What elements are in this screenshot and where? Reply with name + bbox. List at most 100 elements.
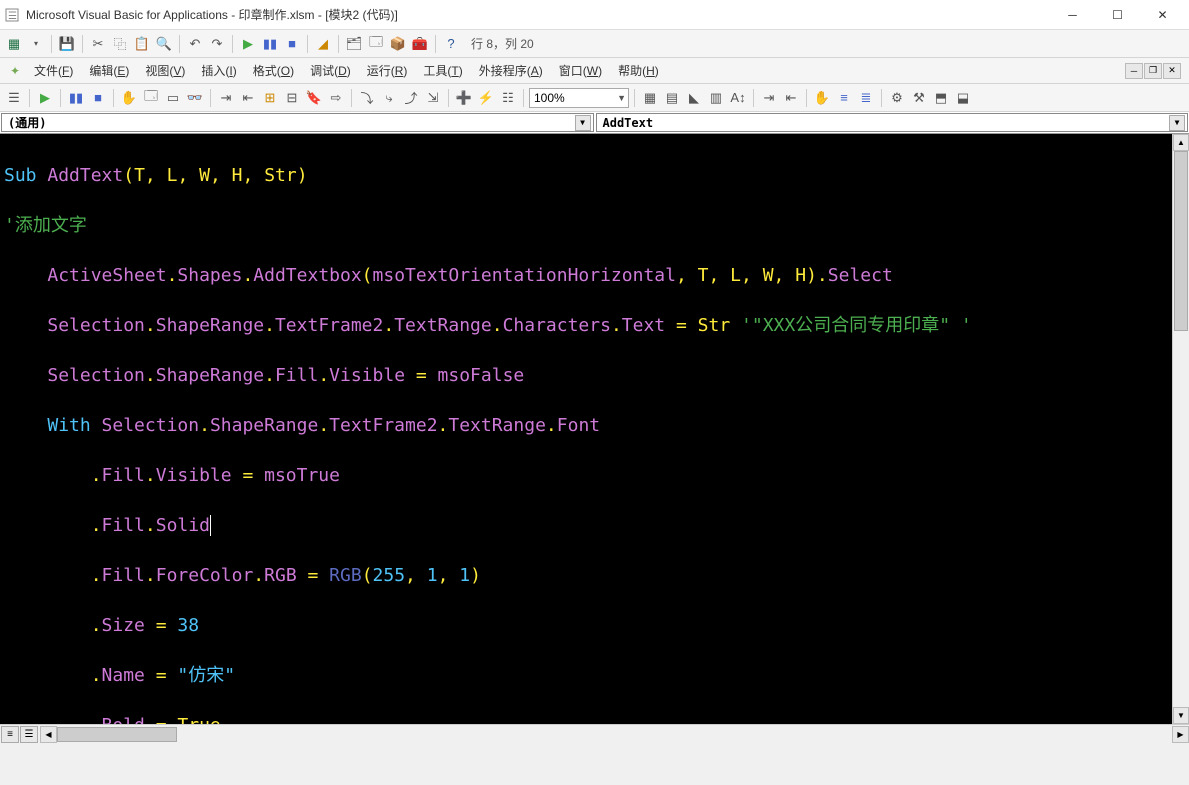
copy-icon[interactable]: ⿻: [110, 34, 130, 54]
undo-icon[interactable]: ↶: [185, 34, 205, 54]
menu-help[interactable]: 帮助(H): [610, 59, 667, 82]
break2-icon[interactable]: ▮▮: [66, 88, 86, 108]
menu-insert[interactable]: 插入(I): [193, 59, 244, 82]
tb-icon-b[interactable]: ▤: [662, 88, 682, 108]
close-button[interactable]: ✕: [1140, 1, 1185, 29]
indent2-icon[interactable]: ⇥: [759, 88, 779, 108]
list-properties-icon[interactable]: ☰: [4, 88, 24, 108]
lines2-icon[interactable]: ≣: [856, 88, 876, 108]
mdi-restore[interactable]: ❐: [1144, 63, 1162, 79]
scroll-left-icon[interactable]: ◀: [40, 726, 57, 743]
call-stack-icon[interactable]: ☷: [498, 88, 518, 108]
dropdown-arrow-icon[interactable]: ▾: [26, 34, 46, 54]
horizontal-scrollbar[interactable]: ◀ ▶: [40, 726, 1189, 743]
next-bookmark-icon[interactable]: ⇨: [326, 88, 346, 108]
scroll-thumb[interactable]: [1174, 151, 1188, 331]
separator: [634, 89, 635, 107]
redo-icon[interactable]: ↷: [207, 34, 227, 54]
menu-tools[interactable]: 工具(T): [415, 59, 470, 82]
procedure-view-button[interactable]: ≡: [1, 726, 19, 743]
code-content[interactable]: Sub AddText(T, L, W, H, Str) '添加文字 Activ…: [0, 134, 1172, 724]
comment-icon[interactable]: ⊞: [260, 88, 280, 108]
addin-icon[interactable]: ✦: [4, 64, 26, 78]
immediate-icon[interactable]: ▭: [163, 88, 183, 108]
maximize-button[interactable]: ☐: [1095, 1, 1140, 29]
tool-g-icon[interactable]: ⚙: [887, 88, 907, 108]
add-watch-icon[interactable]: ➕: [454, 88, 474, 108]
menu-view[interactable]: 视图(V): [137, 59, 193, 82]
scroll-up-icon[interactable]: ▲: [1173, 134, 1189, 151]
step-over-icon[interactable]: ⤷: [379, 88, 399, 108]
separator: [82, 35, 83, 53]
separator: [881, 89, 882, 107]
watch-icon[interactable]: 👓: [185, 88, 205, 108]
object-dropdown[interactable]: (通用) ▼: [1, 113, 594, 132]
tb-icon-c[interactable]: ◣: [684, 88, 704, 108]
procedure-dropdown[interactable]: AddText ▼: [596, 113, 1189, 132]
tool-h-icon[interactable]: ⚒: [909, 88, 929, 108]
uncomment-icon[interactable]: ⊟: [282, 88, 302, 108]
run-icon[interactable]: ▶: [238, 34, 258, 54]
menu-run[interactable]: 运行(R): [359, 59, 416, 82]
toolbox-icon[interactable]: 🧰: [410, 34, 430, 54]
titlebar: ☰ Microsoft Visual Basic for Application…: [0, 0, 1189, 30]
hscroll-track[interactable]: [57, 726, 1172, 743]
mdi-minimize[interactable]: ─: [1125, 63, 1143, 79]
step-into-icon[interactable]: ⤵: [357, 88, 377, 108]
code-pane-selectors: (通用) ▼ AddText ▼: [0, 112, 1189, 134]
step-out-icon[interactable]: ⤴: [401, 88, 421, 108]
hand-icon[interactable]: ✋: [119, 88, 139, 108]
zoom-combo[interactable]: 100% ▼: [529, 88, 629, 108]
locals-icon[interactable]: 🗔: [141, 88, 161, 108]
run-to-cursor-icon[interactable]: ⇲: [423, 88, 443, 108]
indent-icon[interactable]: ⇥: [216, 88, 236, 108]
tb-icon-e[interactable]: A↕: [728, 88, 748, 108]
menu-edit[interactable]: 编辑(E): [81, 59, 137, 82]
vertical-scrollbar[interactable]: ▲ ▼: [1172, 134, 1189, 724]
reset-icon[interactable]: ■: [282, 34, 302, 54]
menu-file[interactable]: 文件(F): [26, 59, 81, 82]
object-browser-icon[interactable]: 📦: [388, 34, 408, 54]
separator: [307, 35, 308, 53]
properties-icon[interactable]: 🗔: [366, 34, 386, 54]
dropdown-arrow-icon: ▼: [575, 115, 591, 131]
break-icon[interactable]: ▮▮: [260, 34, 280, 54]
tb-icon-a[interactable]: ▦: [640, 88, 660, 108]
minimize-button[interactable]: ─: [1050, 1, 1095, 29]
mdi-controls: ─ ❐ ✕: [1125, 63, 1185, 79]
excel-icon[interactable]: ▦: [4, 34, 24, 54]
bookmark-icon[interactable]: 🔖: [304, 88, 324, 108]
full-module-view-button[interactable]: ☰: [20, 726, 38, 743]
stop2-icon[interactable]: ■: [88, 88, 108, 108]
lines-icon[interactable]: ≡: [834, 88, 854, 108]
quick-watch-icon[interactable]: ⚡: [476, 88, 496, 108]
cursor-position: 行 8，列 20: [463, 35, 534, 52]
menu-debug[interactable]: 调试(D): [302, 59, 359, 82]
scroll-down-icon[interactable]: ▼: [1173, 707, 1189, 724]
tool-j-icon[interactable]: ⬓: [953, 88, 973, 108]
dropdown-arrow-icon: ▼: [617, 93, 626, 103]
tb-icon-d[interactable]: ▥: [706, 88, 726, 108]
separator: [448, 89, 449, 107]
outdent2-icon[interactable]: ⇤: [781, 88, 801, 108]
hscroll-thumb[interactable]: [57, 727, 177, 742]
run-sub-icon[interactable]: ▶: [35, 88, 55, 108]
separator: [232, 35, 233, 53]
mdi-close[interactable]: ✕: [1163, 63, 1181, 79]
help-icon[interactable]: ?: [441, 34, 461, 54]
find-icon[interactable]: 🔍: [154, 34, 174, 54]
save-icon[interactable]: 💾: [57, 34, 77, 54]
tool-i-icon[interactable]: ⬒: [931, 88, 951, 108]
cut-icon[interactable]: ✂: [88, 34, 108, 54]
paste-icon[interactable]: 📋: [132, 34, 152, 54]
scroll-right-icon[interactable]: ▶: [1172, 726, 1189, 743]
hand2-icon[interactable]: ✋: [812, 88, 832, 108]
menu-format[interactable]: 格式(O): [245, 59, 302, 82]
project-explorer-icon[interactable]: 🗂: [344, 34, 364, 54]
separator: [210, 89, 211, 107]
code-editor[interactable]: Sub AddText(T, L, W, H, Str) '添加文字 Activ…: [0, 134, 1189, 724]
menu-window[interactable]: 窗口(W): [551, 59, 610, 82]
menu-addins[interactable]: 外接程序(A): [471, 59, 551, 82]
outdent-icon[interactable]: ⇤: [238, 88, 258, 108]
design-mode-icon[interactable]: ◢: [313, 34, 333, 54]
